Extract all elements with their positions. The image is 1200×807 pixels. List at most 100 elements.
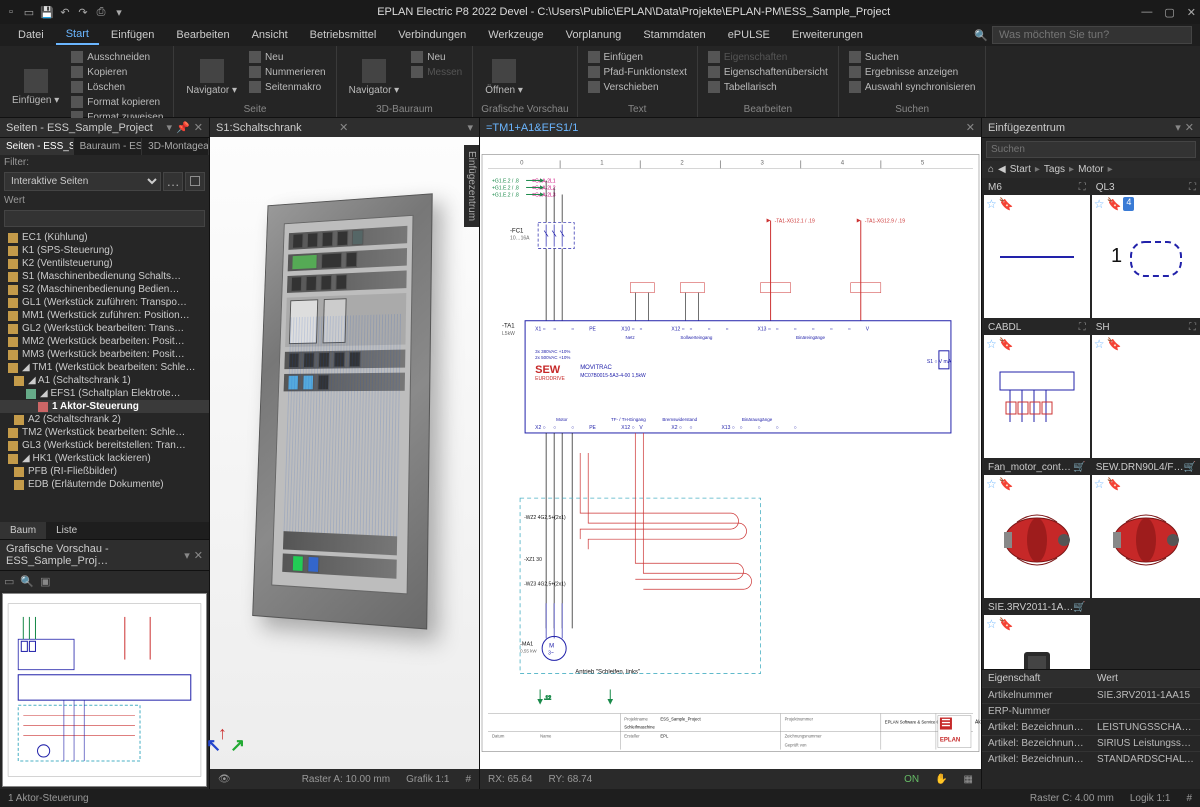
tab-datei[interactable]: Datei: [8, 26, 54, 44]
sch-on-icon[interactable]: ON: [904, 774, 919, 785]
tab-ansicht[interactable]: Ansicht: [242, 26, 298, 44]
bookmark-icon[interactable]: 🔖: [999, 617, 1014, 631]
doc-tab-schematic[interactable]: =TM1+A1&EFS1/1 ✕: [480, 118, 981, 137]
gallery-card[interactable]: SH⛶☆🔖: [1092, 320, 1200, 458]
ribbon-öffnen[interactable]: Öffnen ▾: [481, 50, 527, 104]
tab-bearbeiten[interactable]: Bearbeiten: [166, 26, 239, 44]
tab-vorplanung[interactable]: Vorplanung: [556, 26, 632, 44]
tree-node[interactable]: K1 (SPS-Steuerung): [0, 244, 209, 257]
gallery-card[interactable]: SIE.3RV2011-1A…🛒☆🔖: [984, 600, 1090, 669]
tree-node[interactable]: ◢ TM1 (Werkstück bearbeiten: Schle…: [0, 361, 209, 374]
schematic-canvas[interactable]: 012345 +G1.E.2 / .8 +G1.E.2 / .8 +G1.E.2…: [480, 137, 981, 769]
ic-pin-icon[interactable]: ▾: [1175, 121, 1181, 134]
qat-redo-icon[interactable]: ↷: [76, 5, 90, 19]
ribbon-item[interactable]: Verschieben: [586, 80, 689, 94]
property-row[interactable]: Artikel: Bezeichnung 1LEISTUNGSSCHALTER …: [982, 720, 1200, 736]
preview-pin-icon[interactable]: ▾: [184, 549, 190, 562]
preview-close-icon[interactable]: ✕: [194, 549, 203, 562]
qat-print-icon[interactable]: ⎙: [94, 5, 108, 19]
gallery-card[interactable]: SEW.DRN90L4/F…🛒☆🔖: [1092, 460, 1200, 598]
close-panel-icon[interactable]: ✕: [194, 121, 203, 134]
filter-select[interactable]: Interaktive Seiten: [4, 172, 161, 191]
star-icon[interactable]: ☆: [986, 477, 997, 491]
preview-open-icon[interactable]: ▭: [4, 575, 14, 588]
ribbon-item[interactable]: Seitenmakro: [247, 80, 328, 94]
pages-tree[interactable]: EC1 (Kühlung)K1 (SPS-Steuerung)K2 (Venti…: [0, 229, 209, 522]
pushpin-icon[interactable]: 📌: [176, 121, 190, 134]
expand-icon[interactable]: ⛶: [1189, 322, 1196, 333]
ribbon-item[interactable]: Auswahl synchronisieren: [847, 80, 978, 94]
qat-undo-icon[interactable]: ↶: [58, 5, 72, 19]
tree-node[interactable]: GL1 (Werkstück zuführen: Transpo…: [0, 296, 209, 309]
crumb-tags[interactable]: Tags: [1044, 164, 1065, 175]
ribbon-einfügen[interactable]: Einfügen ▾: [8, 50, 63, 124]
nav-tab-seiten[interactable]: Seiten - ESS_S…: [0, 138, 74, 155]
tree-node[interactable]: 1 Aktor-Steuerung: [0, 400, 209, 413]
close-button[interactable]: ✕: [1187, 6, 1196, 19]
ribbon-item[interactable]: Messen: [409, 65, 464, 79]
bookmark-icon[interactable]: 🔖: [999, 197, 1014, 211]
qat-open-icon[interactable]: ▭: [22, 5, 36, 19]
minimize-button[interactable]: —: [1141, 6, 1152, 19]
tree-node[interactable]: S1 (Maschinenbedienung Schalts…: [0, 270, 209, 283]
tree-node[interactable]: MM3 (Werkstück bearbeiten: Posit…: [0, 348, 209, 361]
tree-node[interactable]: EC1 (Kühlung): [0, 231, 209, 244]
tree-tab-liste[interactable]: Liste: [46, 522, 87, 539]
tab-epulse[interactable]: ePULSE: [718, 26, 780, 44]
cart-icon[interactable]: 🛒: [1184, 462, 1196, 473]
doc-tab-sch-close-icon[interactable]: ✕: [966, 121, 975, 134]
bookmark-icon[interactable]: 🔖: [1106, 477, 1121, 491]
preview-canvas[interactable]: [2, 593, 207, 787]
ribbon-navigator[interactable]: Navigator ▾: [345, 50, 404, 104]
bookmark-icon[interactable]: 🔖: [1106, 337, 1121, 351]
tab-werkzeuge[interactable]: Werkzeuge: [478, 26, 553, 44]
preview-zoom-icon[interactable]: 🔍: [20, 575, 34, 588]
ribbon-item[interactable]: Format kopieren: [69, 95, 165, 109]
property-row[interactable]: ArtikelnummerSIE.3RV2011-1AA15: [982, 688, 1200, 704]
tree-node[interactable]: K2 (Ventilsteuerung): [0, 257, 209, 270]
star-icon[interactable]: ☆: [1094, 477, 1105, 491]
doc-tab-close-icon[interactable]: ✕: [339, 121, 348, 134]
tree-node[interactable]: ◢ A1 (Schaltschrank 1): [0, 374, 209, 387]
ribbon-item[interactable]: Neu: [247, 50, 328, 64]
tree-node[interactable]: ◢ HK1 (Werkstück lackieren): [0, 452, 209, 465]
tree-node[interactable]: S2 (Maschinenbedienung Bedien…: [0, 283, 209, 296]
insert-center-gallery[interactable]: M6⛶☆🔖QL3⛶☆🔖41CABDL⛶☆🔖SH⛶☆🔖Fan_motor_cont…: [982, 178, 1200, 669]
tab-betriebsmittel[interactable]: Betriebsmittel: [300, 26, 387, 44]
tab-einfuegen[interactable]: Einfügen: [101, 26, 164, 44]
ribbon-item[interactable]: Pfad-Funktionstext: [586, 65, 689, 79]
nav-tab-bauraum[interactable]: Bauraum - ES…: [74, 138, 143, 155]
eye-icon[interactable]: 👁: [218, 774, 231, 785]
tab-verbindungen[interactable]: Verbindungen: [388, 26, 476, 44]
bookmark-icon[interactable]: 🔖: [999, 337, 1014, 351]
insert-center-search[interactable]: [986, 141, 1196, 158]
preview-fit-icon[interactable]: ▣: [40, 575, 50, 588]
gallery-card[interactable]: CABDL⛶☆🔖: [984, 320, 1090, 458]
bookmark-icon[interactable]: 🔖: [1106, 197, 1121, 211]
tree-node[interactable]: PFB (RI-Fließbilder): [0, 465, 209, 478]
cart-icon[interactable]: 🛒: [1073, 462, 1085, 473]
tree-node[interactable]: GL2 (Werkstück bearbeiten: Trans…: [0, 322, 209, 335]
tree-node[interactable]: MM2 (Werkstück bearbeiten: Posit…: [0, 335, 209, 348]
tree-node[interactable]: TM2 (Werkstück bearbeiten: Schle…: [0, 426, 209, 439]
tree-node[interactable]: MM1 (Werkstück zuführen: Position…: [0, 309, 209, 322]
view3d-menu-icon[interactable]: #: [465, 774, 471, 785]
ribbon-item[interactable]: Eigenschaftenübersicht: [706, 65, 830, 79]
star-icon[interactable]: ☆: [986, 197, 997, 211]
gallery-card[interactable]: QL3⛶☆🔖41: [1092, 180, 1200, 318]
ribbon-item[interactable]: Ausschneiden: [69, 50, 165, 64]
star-icon[interactable]: ☆: [986, 337, 997, 351]
ribbon-item[interactable]: Tabellarisch: [706, 80, 830, 94]
ic-close-icon[interactable]: ✕: [1185, 121, 1194, 134]
tab-erweiterungen[interactable]: Erweiterungen: [782, 26, 873, 44]
ribbon-item[interactable]: Kopieren: [69, 65, 165, 79]
doc-tab-dropdown-icon[interactable]: ▾: [467, 121, 473, 134]
nav-tab-3d[interactable]: 3D-Montagea…: [142, 138, 209, 155]
gallery-card[interactable]: Fan_motor_cont…🛒☆🔖: [984, 460, 1090, 598]
expand-icon[interactable]: ⛶: [1079, 322, 1086, 333]
insert-center-side-tab[interactable]: Einfügezentrum: [464, 145, 479, 227]
ribbon-item[interactable]: Suchen: [847, 50, 978, 64]
home-icon[interactable]: ⌂: [988, 164, 994, 175]
filter-toggle-button[interactable]: ☐: [185, 172, 205, 191]
property-row[interactable]: Artikel: Bezeichnung 3STANDARDSCHALTVER…: [982, 752, 1200, 768]
